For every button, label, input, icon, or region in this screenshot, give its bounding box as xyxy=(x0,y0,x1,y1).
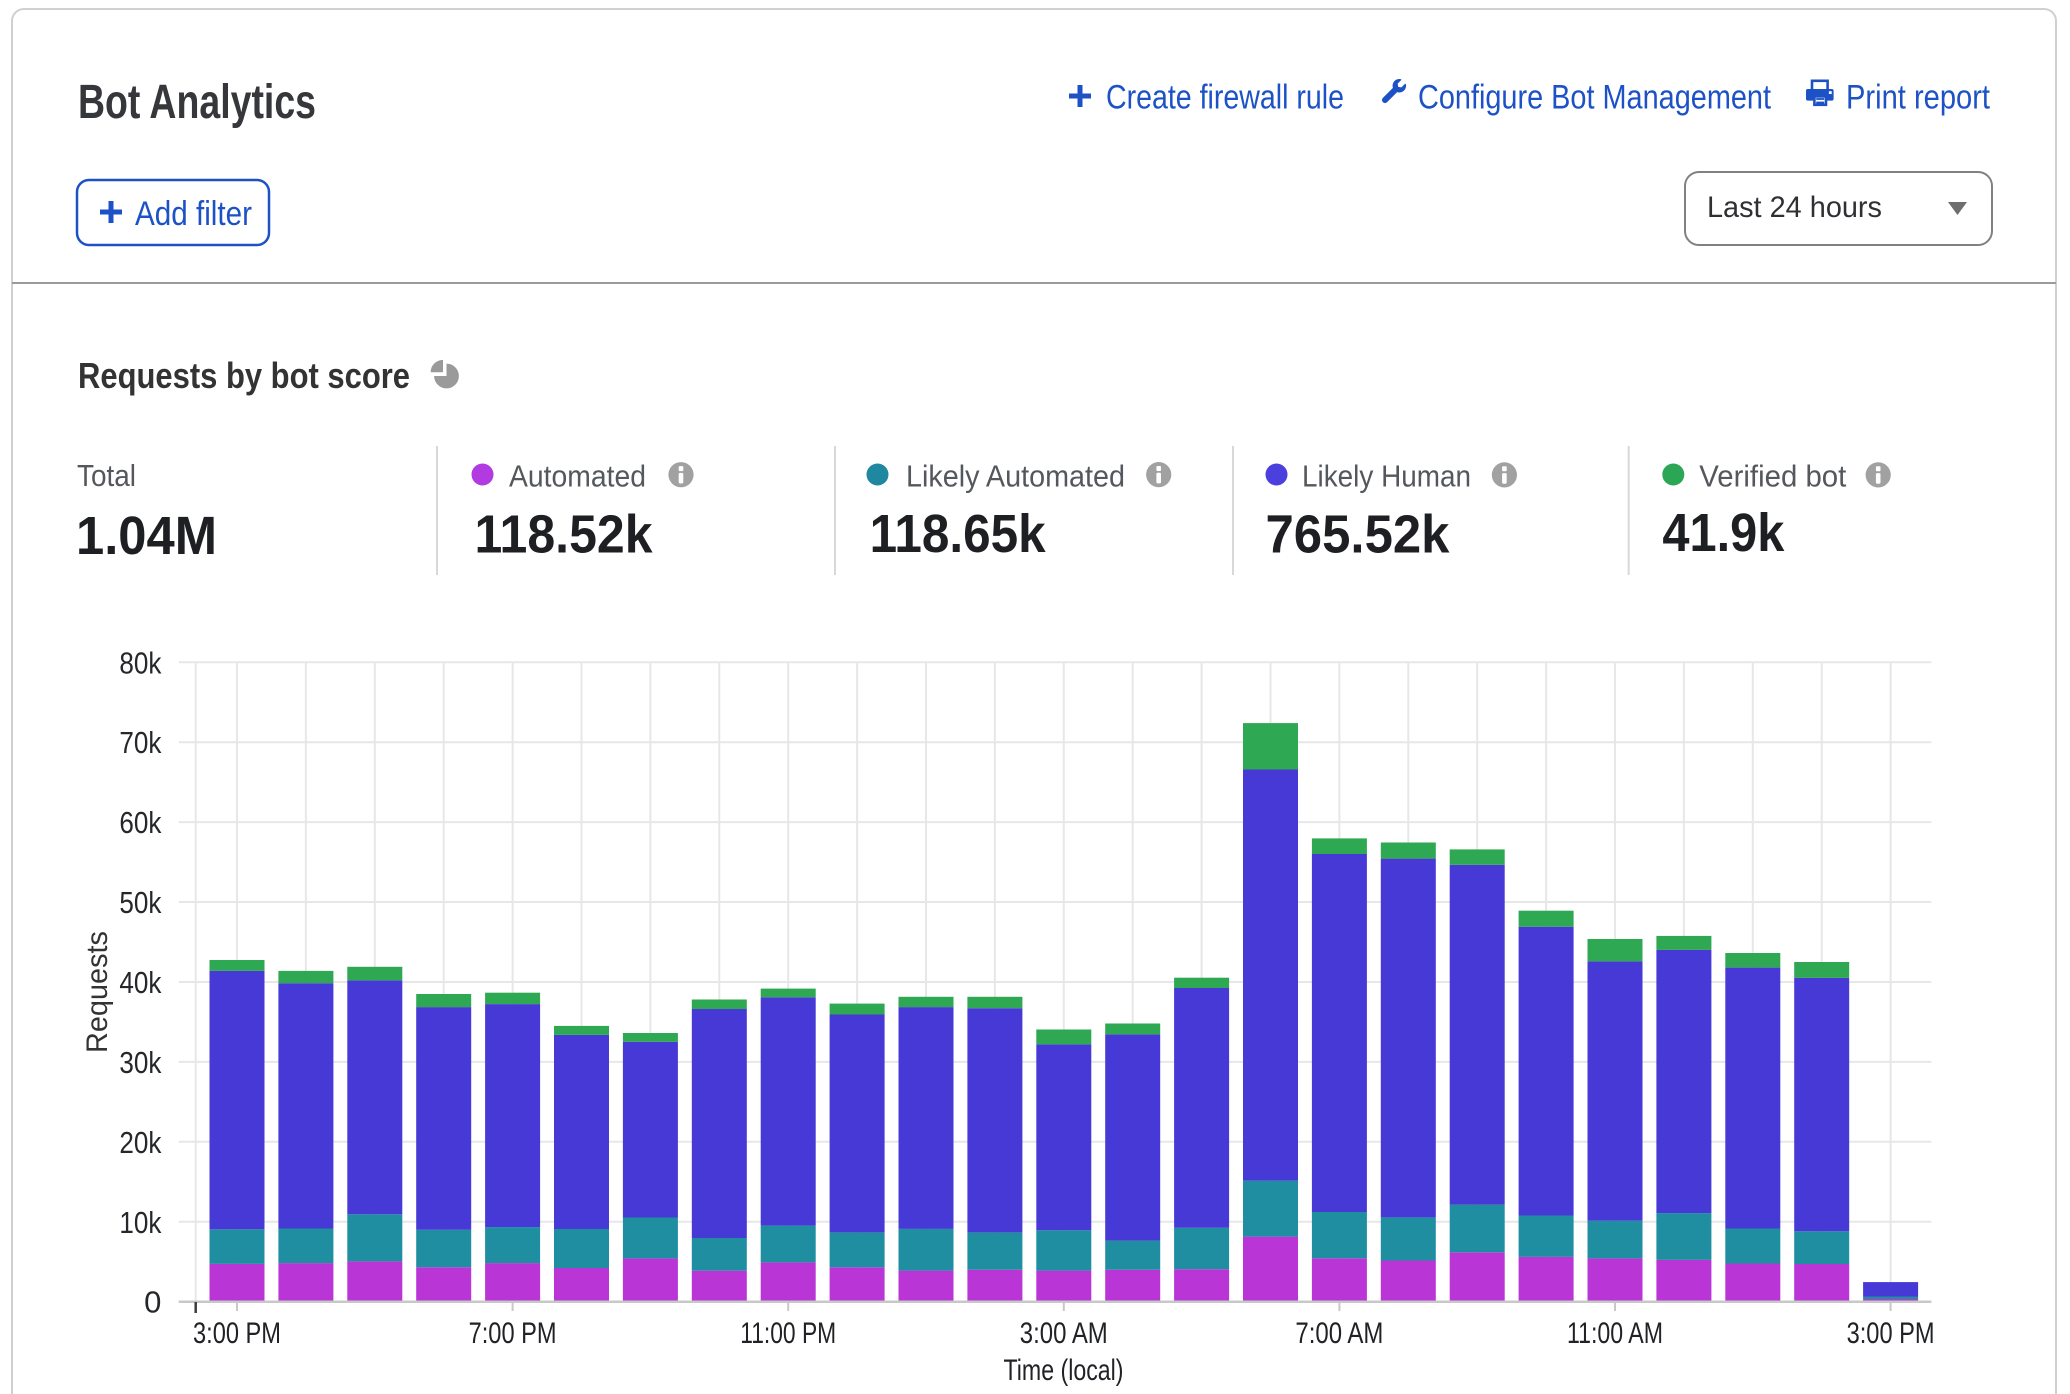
svg-text:11:00 PM: 11:00 PM xyxy=(740,1317,836,1350)
svg-text:Automated: Automated xyxy=(509,459,646,494)
svg-text:Print report: Print report xyxy=(1846,79,1990,117)
svg-text:Likely Automated: Likely Automated xyxy=(906,459,1125,494)
svg-text:Requests by bot score: Requests by bot score xyxy=(78,355,410,396)
svg-text:1.04M: 1.04M xyxy=(76,506,217,566)
svg-text:Requests: Requests xyxy=(81,931,114,1053)
svg-text:41.9k: 41.9k xyxy=(1662,503,1785,563)
svg-text:11:00 AM: 11:00 AM xyxy=(1567,1317,1663,1350)
svg-text:118.65k: 118.65k xyxy=(870,504,1047,564)
svg-text:3:00 AM: 3:00 AM xyxy=(1020,1317,1108,1350)
svg-text:20k: 20k xyxy=(119,1125,161,1160)
svg-text:Total: Total xyxy=(77,458,136,493)
svg-text:Bot Analytics: Bot Analytics xyxy=(78,76,316,129)
svg-text:70k: 70k xyxy=(119,725,161,760)
svg-text:30k: 30k xyxy=(119,1045,161,1080)
svg-text:Create firewall rule: Create firewall rule xyxy=(1106,79,1344,117)
svg-text:80k: 80k xyxy=(119,645,161,680)
svg-text:0: 0 xyxy=(144,1285,161,1320)
svg-text:7:00 PM: 7:00 PM xyxy=(469,1317,557,1350)
svg-text:765.52k: 765.52k xyxy=(1266,505,1451,565)
svg-text:Verified bot: Verified bot xyxy=(1699,459,1846,494)
svg-text:3:00 PM: 3:00 PM xyxy=(193,1317,281,1350)
svg-text:10k: 10k xyxy=(119,1205,161,1240)
svg-text:60k: 60k xyxy=(119,805,161,840)
svg-text:7:00 AM: 7:00 AM xyxy=(1295,1317,1383,1350)
svg-text:Last 24 hours: Last 24 hours xyxy=(1707,191,1882,224)
svg-text:118.52k: 118.52k xyxy=(475,505,654,565)
svg-text:Configure Bot Management: Configure Bot Management xyxy=(1418,79,1771,117)
svg-text:Time (local): Time (local) xyxy=(1004,1354,1124,1387)
svg-text:3:00 PM: 3:00 PM xyxy=(1847,1317,1935,1350)
svg-text:Likely Human: Likely Human xyxy=(1302,459,1471,494)
svg-text:40k: 40k xyxy=(119,965,161,1000)
svg-text:50k: 50k xyxy=(119,885,161,920)
svg-text:Add filter: Add filter xyxy=(135,195,252,233)
